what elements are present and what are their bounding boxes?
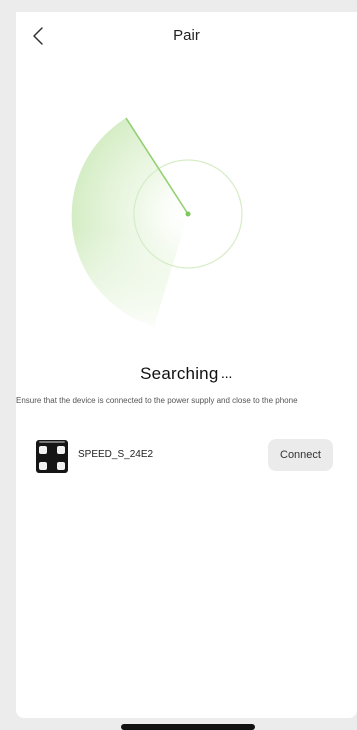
connect-button[interactable]: Connect	[268, 439, 333, 471]
radar-center-dot	[185, 211, 191, 217]
device-name: SPEED_S_24E2	[78, 449, 154, 460]
pairing-hint: Ensure that the device is connected to t…	[16, 396, 298, 405]
smart-scale-icon	[36, 440, 68, 473]
searching-label: Searching	[140, 364, 219, 383]
searching-status: Searching...	[16, 364, 357, 384]
radar-animation	[71, 117, 243, 326]
radar-sweep-fade	[71, 118, 188, 326]
pair-screen: Pair Searching... Ensure that the device…	[16, 12, 357, 718]
device-list-item[interactable]: SPEED_S_24E2 Connect	[16, 436, 357, 476]
searching-dots: ...	[221, 370, 233, 381]
home-indicator[interactable]	[121, 724, 255, 730]
